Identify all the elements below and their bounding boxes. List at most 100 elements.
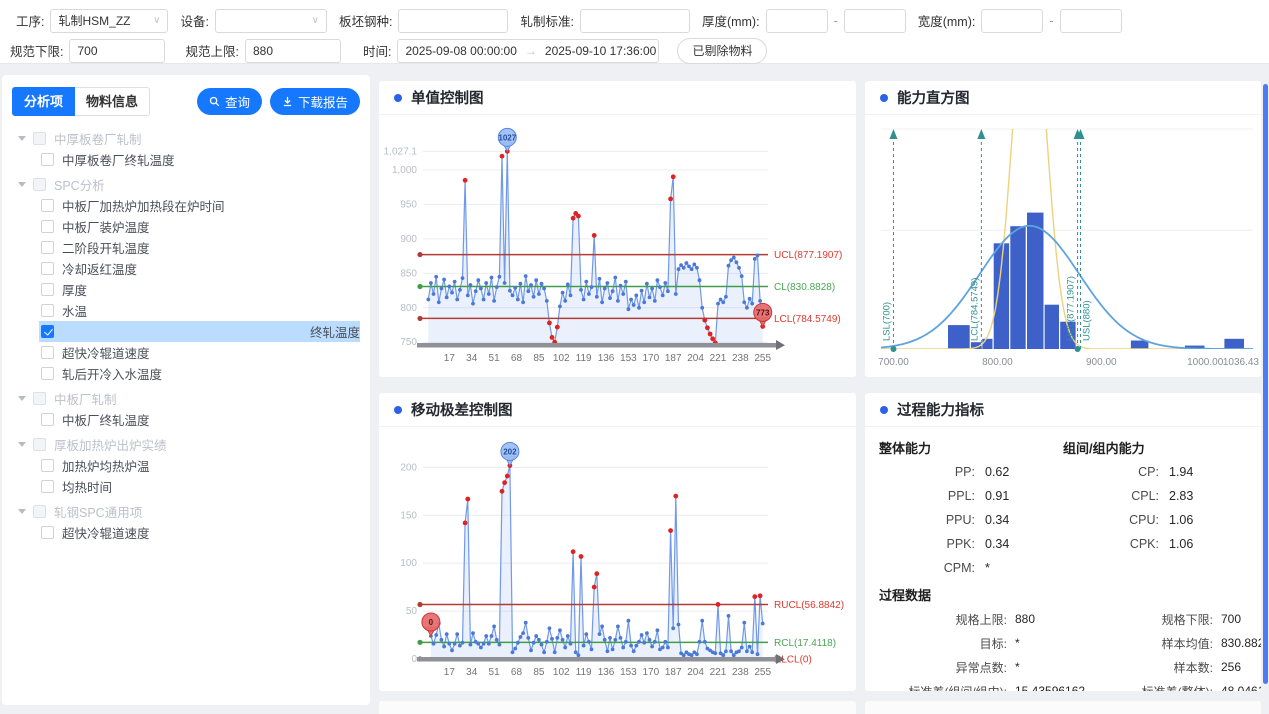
tree-group-row[interactable]: 轧钢SPC通用项 xyxy=(12,501,360,522)
tree-item-label: 轧后开冷入水温度 xyxy=(62,364,162,383)
checkbox[interactable] xyxy=(41,346,54,359)
svg-text:LSL(700): LSL(700) xyxy=(881,302,892,341)
metric-label: CPK: xyxy=(1063,537,1159,551)
excluded-material-button[interactable]: 已剔除物料 xyxy=(677,38,767,64)
thickness-label: 厚度(mm): xyxy=(702,11,760,30)
query-button[interactable]: 查询 xyxy=(197,88,262,115)
metric-value: 0.34 xyxy=(985,537,1063,551)
checkbox[interactable] xyxy=(41,459,54,472)
tree-item[interactable]: 二阶段开轧温度 xyxy=(39,237,360,258)
tab-analysis-items[interactable]: 分析项 xyxy=(12,87,75,116)
metric-value: 0.91 xyxy=(985,489,1063,503)
checkbox[interactable] xyxy=(41,220,54,233)
svg-text:LCL(784.5749): LCL(784.5749) xyxy=(774,314,841,325)
checkbox[interactable] xyxy=(41,480,54,493)
checkbox[interactable] xyxy=(41,262,54,275)
search-icon xyxy=(209,96,220,107)
caret-down-icon[interactable] xyxy=(18,182,26,187)
metric-value: 48.04615772 xyxy=(1221,684,1262,692)
checkbox[interactable] xyxy=(41,413,54,426)
checkbox[interactable] xyxy=(41,325,54,338)
tree-item[interactable]: 中板厂装炉温度 xyxy=(39,216,360,237)
tree-group-row[interactable]: 中厚板卷厂轧制 xyxy=(12,128,360,149)
caret-down-icon[interactable] xyxy=(18,136,26,141)
tree-item-label: 中板厂装炉温度 xyxy=(62,217,150,236)
metric-label: 标准差(整体): xyxy=(1101,683,1213,693)
tree-item[interactable]: 超快冷辊道速度 xyxy=(39,522,360,543)
panel-title: 移动极差控制图 xyxy=(411,399,513,420)
checkbox[interactable] xyxy=(41,526,54,539)
moving-range-chart: 050100150200RUCL(56.8842)RCL(17.4118)RLC… xyxy=(379,427,857,691)
thickness-to-input[interactable] xyxy=(844,9,906,33)
bullet-icon xyxy=(880,94,888,102)
svg-text:238: 238 xyxy=(732,353,749,364)
width-from-input[interactable] xyxy=(981,9,1043,33)
tree-item[interactable]: 超快冷辊道速度 xyxy=(39,342,360,363)
tree-item[interactable]: 中板厂终轧温度 xyxy=(39,409,360,430)
time-range-picker[interactable]: 2025-09-08 00:00:00 → 2025-09-10 17:36:0… xyxy=(397,39,659,63)
tree-group-label: 厚板加热炉出炉实绩 xyxy=(54,435,167,454)
tree-item-label: 厚度 xyxy=(62,280,87,299)
device-select[interactable]: ∨ xyxy=(215,9,327,33)
svg-text:85: 85 xyxy=(533,667,545,678)
metric-row: CPK:1.06 xyxy=(1063,532,1247,556)
tree-group-row[interactable]: 厚板加热炉出炉实绩 xyxy=(12,434,360,455)
scrollbar-thumb[interactable] xyxy=(1263,84,1268,684)
tree-group-row[interactable]: SPC分析 xyxy=(12,174,360,195)
metric-value: 880 xyxy=(1015,612,1093,626)
svg-text:102: 102 xyxy=(553,353,570,364)
checkbox[interactable] xyxy=(41,241,54,254)
svg-text:1,027.1: 1,027.1 xyxy=(384,146,418,157)
tree-item[interactable]: 冷却返红温度 xyxy=(39,258,360,279)
checkbox[interactable] xyxy=(33,132,46,145)
svg-text:1027: 1027 xyxy=(498,133,516,142)
tree-group-row[interactable]: 中板厂轧制 xyxy=(12,388,360,409)
metric-value: * xyxy=(1015,660,1093,674)
tree-item[interactable]: 中厚板卷厂终轧温度 xyxy=(39,149,360,170)
process-label: 工序: xyxy=(16,11,44,30)
thickness-from-input[interactable] xyxy=(766,9,828,33)
svg-text:85: 85 xyxy=(533,353,545,364)
lower-limit-input[interactable] xyxy=(69,39,165,63)
checkbox[interactable] xyxy=(33,438,46,451)
caret-down-icon[interactable] xyxy=(18,509,26,514)
svg-text:CL(830.8828): CL(830.8828) xyxy=(774,282,835,293)
tree-item-label: 二阶段开轧温度 xyxy=(62,238,150,257)
checkbox[interactable] xyxy=(33,392,46,405)
arrow-right-icon: → xyxy=(525,44,537,58)
tree-item[interactable]: 轧后开冷入水温度 xyxy=(39,363,360,384)
upper-limit-input[interactable] xyxy=(245,39,341,63)
svg-text:950: 950 xyxy=(400,199,417,210)
metric-row: PPL:0.91 xyxy=(879,484,1063,508)
tree-item[interactable]: 终轧温度 xyxy=(39,321,360,342)
tree-item[interactable]: 厚度 xyxy=(39,279,360,300)
checkbox[interactable] xyxy=(41,199,54,212)
checkbox[interactable] xyxy=(33,505,46,518)
width-to-input[interactable] xyxy=(1060,9,1122,33)
checkbox[interactable] xyxy=(33,178,46,191)
tab-material-info[interactable]: 物料信息 xyxy=(75,87,150,116)
rolling-standard-input[interactable] xyxy=(580,9,690,33)
checkbox[interactable] xyxy=(41,367,54,380)
svg-text:153: 153 xyxy=(620,353,637,364)
download-report-button[interactable]: 下载报告 xyxy=(270,88,360,115)
tree-item[interactable]: 加热炉均热炉温 xyxy=(39,455,360,476)
svg-text:136: 136 xyxy=(598,353,615,364)
slab-steel-input[interactable] xyxy=(398,9,508,33)
individual-control-chart: 7508008509009501,0001,027.1UCL(877.1907)… xyxy=(379,115,857,377)
svg-text:51: 51 xyxy=(489,667,501,678)
metric-row: PP:0.62 xyxy=(879,460,1063,484)
svg-text:800.00: 800.00 xyxy=(982,357,1013,368)
process-select[interactable]: 轧制HSM_ZZ∨ xyxy=(50,9,168,33)
svg-text:50: 50 xyxy=(406,606,418,617)
tree-item[interactable]: 中板厂加热炉加热段在炉时间 xyxy=(39,195,360,216)
caret-down-icon[interactable] xyxy=(18,396,26,401)
tree-item[interactable]: 水温 xyxy=(39,300,360,321)
tree-item[interactable]: 均热时间 xyxy=(39,476,360,497)
svg-text:0: 0 xyxy=(411,654,417,665)
caret-down-icon[interactable] xyxy=(18,442,26,447)
checkbox[interactable] xyxy=(41,153,54,166)
svg-text:900: 900 xyxy=(400,234,417,245)
checkbox[interactable] xyxy=(41,304,54,317)
checkbox[interactable] xyxy=(41,283,54,296)
